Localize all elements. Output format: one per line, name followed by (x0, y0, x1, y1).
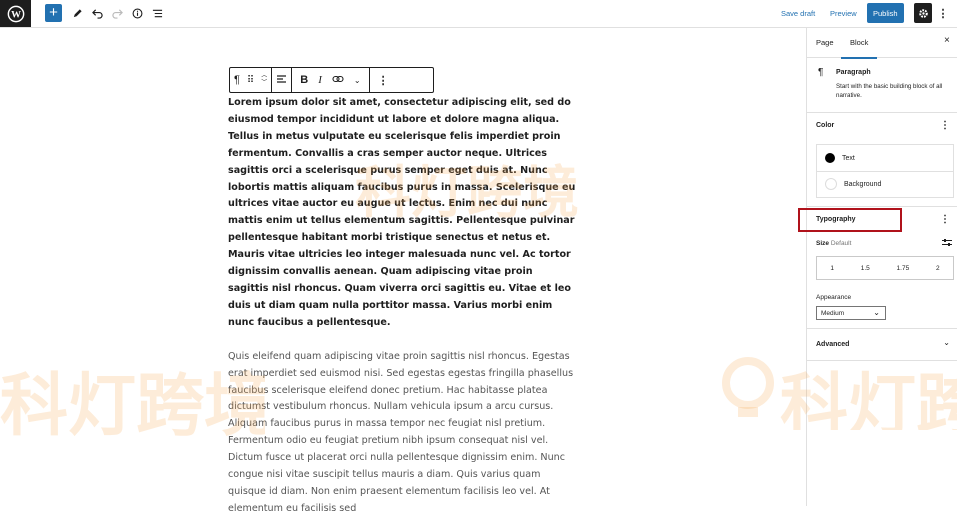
sliders-icon[interactable] (942, 238, 952, 249)
color-options-kebab-icon[interactable]: ⋮ (940, 121, 950, 131)
svg-text:W: W (11, 9, 21, 20)
block-description: Start with the basic building block of a… (836, 83, 943, 99)
color-panel-title: Color (816, 122, 835, 129)
tab-page[interactable]: Page (816, 38, 834, 47)
block-type-group: ¶ ⠿ ︿ ﹀ (230, 68, 273, 92)
advanced-panel[interactable]: Advanced ⌄ (807, 328, 957, 361)
info-icon[interactable] (130, 4, 144, 22)
editor-top-bar: W + Save draft Preview Publish ⋮ (0, 0, 957, 28)
appearance-select[interactable]: Medium ⌄ (816, 306, 886, 320)
watermark-logo-icon (722, 357, 774, 417)
chevron-down-icon: ⌄ (943, 338, 950, 347)
font-size-option[interactable]: 1.5 (861, 265, 870, 272)
typography-options-kebab-icon[interactable]: ⋮ (940, 215, 950, 225)
watermark-text: 科灯跨境 (0, 367, 265, 446)
italic-button[interactable]: I (318, 74, 322, 86)
block-toolbar: ¶ ⠿ ︿ ﹀ B I ⌄ ⋮ (229, 67, 434, 93)
pen-icon[interactable] (70, 4, 84, 22)
text-color-swatch (825, 153, 835, 163)
sidebar-tabs: Page Block × (807, 28, 957, 59)
save-draft-button[interactable]: Save draft (781, 4, 815, 22)
block-card: ¶ Paragraph Start with the basic buildin… (807, 57, 957, 113)
settings-sidebar: Page Block × ¶ Paragraph Start with the … (806, 28, 957, 506)
format-group: B I ⌄ (292, 68, 370, 92)
color-background-item[interactable]: Background (817, 171, 953, 197)
font-size-option[interactable]: 2 (936, 265, 940, 272)
align-icon[interactable] (276, 74, 287, 87)
tab-block[interactable]: Block (840, 38, 878, 59)
color-list: Text Background (816, 144, 954, 198)
typography-highlight-box (798, 208, 902, 232)
preview-button[interactable]: Preview (830, 4, 857, 22)
color-text-label: Text (842, 154, 855, 162)
block-name: Paragraph (836, 69, 871, 76)
appearance-label: Appearance (816, 294, 852, 301)
align-group (272, 68, 293, 92)
more-group: ⋮ (370, 68, 397, 92)
move-arrows-icon[interactable]: ︿ ﹀ (261, 73, 267, 87)
size-label: Size Default (816, 240, 852, 247)
paragraph-icon: ¶ (818, 67, 824, 78)
options-kebab-icon[interactable]: ⋮ (938, 4, 949, 22)
wordpress-logo-icon[interactable]: W (0, 0, 31, 27)
paragraph-block[interactable]: Quis eleifend quam adipiscing vitae proi… (228, 349, 576, 518)
drag-icon[interactable]: ⠿ (247, 75, 254, 86)
font-size-option[interactable]: 1.75 (897, 265, 910, 272)
list-view-icon[interactable] (150, 4, 164, 22)
undo-icon[interactable] (90, 4, 104, 22)
add-block-button[interactable]: + (45, 4, 62, 22)
gear-icon[interactable] (914, 3, 932, 23)
publish-button[interactable]: Publish (867, 3, 904, 23)
advanced-panel-title: Advanced (816, 341, 850, 348)
chevron-down-icon: ⌄ (873, 308, 880, 317)
kebab-icon[interactable]: ⋮ (378, 74, 389, 87)
paragraph-block-selected[interactable]: Lorem ipsum dolor sit amet, consectetur … (228, 95, 576, 332)
redo-icon[interactable] (110, 4, 124, 22)
font-size-option[interactable]: 1 (830, 265, 834, 272)
color-background-label: Background (844, 180, 882, 188)
font-size-picker: 1 1.5 1.75 2 (816, 256, 954, 280)
color-text-item[interactable]: Text (817, 145, 953, 172)
link-icon[interactable] (332, 74, 344, 86)
editor-canvas: Lorem ipsum dolor sit amet, consectetur … (228, 95, 576, 518)
close-icon[interactable]: × (944, 35, 950, 46)
appearance-value: Medium (821, 309, 845, 317)
paragraph-icon[interactable]: ¶ (234, 74, 240, 86)
chevron-down-icon[interactable]: ⌄ (354, 76, 361, 85)
bold-button[interactable]: B (300, 74, 308, 86)
background-color-swatch (825, 178, 837, 190)
